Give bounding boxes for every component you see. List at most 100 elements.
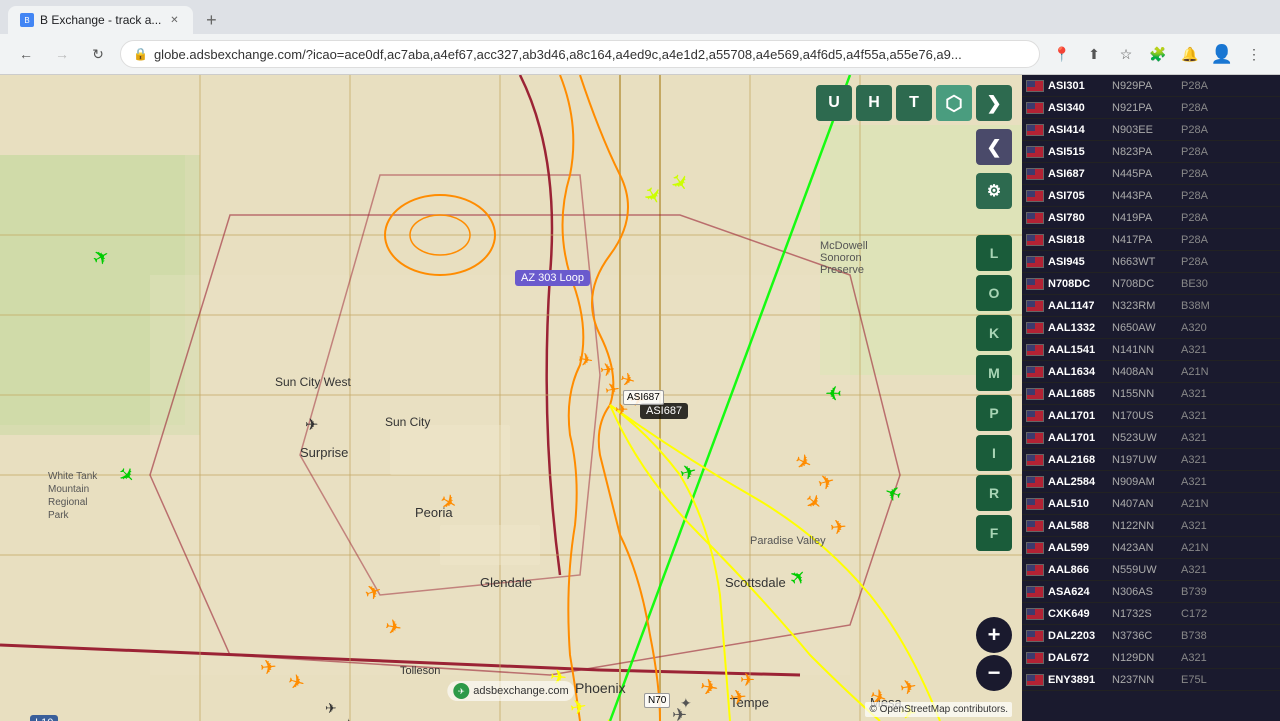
- flight-row[interactable]: AAL1147N323RMB38M: [1022, 295, 1280, 317]
- flight-row[interactable]: AAL2584N909AMA321: [1022, 471, 1280, 493]
- attribution: © OpenStreetMap contributors.: [865, 702, 1012, 717]
- forward-button[interactable]: →: [48, 40, 76, 68]
- flight-reg: N445PA: [1112, 168, 1177, 180]
- url-box[interactable]: 🔒 globe.adsbexchange.com/?icao=ace0df,ac…: [120, 40, 1040, 68]
- flight-row[interactable]: DAL2203N3736CB738: [1022, 625, 1280, 647]
- flight-flag: [1026, 454, 1044, 466]
- filter-o[interactable]: O: [976, 275, 1012, 311]
- flight-reg: N3736C: [1112, 630, 1177, 642]
- h-button[interactable]: H: [856, 85, 892, 121]
- flight-row[interactable]: AAL1634N408ANA21N: [1022, 361, 1280, 383]
- flight-reg: N921PA: [1112, 102, 1177, 114]
- flight-row[interactable]: ASI515N823PAP28A: [1022, 141, 1280, 163]
- flight-row[interactable]: AAL1541N141NNA321: [1022, 339, 1280, 361]
- flight-callsign: AAL510: [1048, 498, 1108, 510]
- flight-type: P28A: [1181, 146, 1221, 158]
- flight-reg: N443PA: [1112, 190, 1177, 202]
- aircraft-dark-3[interactable]: ✈: [325, 700, 337, 717]
- flight-row[interactable]: AAL599N423ANA21N: [1022, 537, 1280, 559]
- flight-type: A321: [1181, 454, 1221, 466]
- flight-row[interactable]: AAL1685N155NNA321: [1022, 383, 1280, 405]
- flight-reg: N909AM: [1112, 476, 1177, 488]
- aircraft-orange-5[interactable]: ✈: [259, 654, 278, 680]
- settings-row: ⚙: [816, 173, 1012, 209]
- notifications-icon[interactable]: 🔔: [1176, 40, 1204, 68]
- location-icon[interactable]: 📍: [1048, 40, 1076, 68]
- flight-type: A321: [1181, 520, 1221, 532]
- flight-row[interactable]: ASI301N929PAP28A: [1022, 75, 1280, 97]
- flight-reg: N237NN: [1112, 674, 1177, 686]
- flight-callsign: ASI414: [1048, 124, 1108, 136]
- flight-type: A321: [1181, 410, 1221, 422]
- flight-row[interactable]: ASI340N921PAP28A: [1022, 97, 1280, 119]
- map[interactable]: McDowellSonoronPreserve Sun City West Su…: [0, 75, 1022, 721]
- flight-row[interactable]: ASA624N306ASB739: [1022, 581, 1280, 603]
- profile-icon[interactable]: 👤: [1208, 40, 1236, 68]
- flight-reg: N903EE: [1112, 124, 1177, 136]
- menu-icon[interactable]: ⋮: [1240, 40, 1268, 68]
- filter-p[interactable]: P: [976, 395, 1012, 431]
- flight-row[interactable]: ASI818N417PAP28A: [1022, 229, 1280, 251]
- flight-row[interactable]: ASI780N419PAP28A: [1022, 207, 1280, 229]
- flight-row[interactable]: AAL2168N197UWA321: [1022, 449, 1280, 471]
- active-tab[interactable]: B B Exchange - track a... ✕: [8, 6, 193, 34]
- flight-type: P28A: [1181, 102, 1221, 114]
- flight-row[interactable]: DAL672N129DNA321: [1022, 647, 1280, 669]
- new-tab-button[interactable]: +: [197, 6, 225, 34]
- flight-row[interactable]: ENY3891N237NNE75L: [1022, 669, 1280, 691]
- flight-row[interactable]: ASI705N443PAP28A: [1022, 185, 1280, 207]
- flight-row[interactable]: AAL866N559UWA321: [1022, 559, 1280, 581]
- aircraft-orange-r4[interactable]: ✈: [829, 514, 848, 540]
- reload-button[interactable]: ↻: [84, 40, 112, 68]
- arrow-left-button[interactable]: ❮: [976, 129, 1012, 165]
- filter-l[interactable]: L: [976, 235, 1012, 271]
- arrow-right-button[interactable]: ❯: [976, 85, 1012, 121]
- flight-row[interactable]: N708DCN708DCBE30: [1022, 273, 1280, 295]
- flight-flag: [1026, 542, 1044, 554]
- share-icon[interactable]: ⬆: [1080, 40, 1108, 68]
- flight-row[interactable]: AAL1332N650AWA320: [1022, 317, 1280, 339]
- aircraft-dark-4[interactable]: ✦: [342, 715, 355, 721]
- flight-row[interactable]: AAL588N122NNA321: [1022, 515, 1280, 537]
- filter-i[interactable]: I: [976, 435, 1012, 471]
- flight-row[interactable]: AAL510N407ANA21N: [1022, 493, 1280, 515]
- aircraft-orange-center-2[interactable]: ✈: [599, 359, 616, 381]
- tab-close-button[interactable]: ✕: [167, 13, 181, 27]
- filter-r[interactable]: R: [976, 475, 1012, 511]
- flight-row[interactable]: ASI945N663WTP28A: [1022, 251, 1280, 273]
- adsbexchange-logo: ✈ adsbexchange.com: [447, 681, 574, 701]
- u-button[interactable]: U: [816, 85, 852, 121]
- filter-k[interactable]: K: [976, 315, 1012, 351]
- filter-f[interactable]: F: [976, 515, 1012, 551]
- aircraft-dark-1[interactable]: ✈: [305, 415, 318, 435]
- layer-button[interactable]: ⬡: [936, 85, 972, 121]
- flight-flag: [1026, 124, 1044, 136]
- flight-callsign: ASI945: [1048, 256, 1108, 268]
- aircraft-green-3[interactable]: ✈: [825, 380, 842, 405]
- t-button[interactable]: T: [896, 85, 932, 121]
- flight-row[interactable]: ASI414N903EEP28A: [1022, 119, 1280, 141]
- flight-callsign: AAL1701: [1048, 410, 1108, 422]
- flight-type: P28A: [1181, 190, 1221, 202]
- bookmark-icon[interactable]: ☆: [1112, 40, 1140, 68]
- flight-row[interactable]: CXK649N1732SC172: [1022, 603, 1280, 625]
- back-button[interactable]: ←: [12, 40, 40, 68]
- flight-callsign: ASI301: [1048, 80, 1108, 92]
- flight-row[interactable]: ASI687N445PAP28A: [1022, 163, 1280, 185]
- flight-row[interactable]: AAL1701N523UWA321: [1022, 427, 1280, 449]
- aircraft-dark-phx3[interactable]: ✦: [680, 695, 692, 712]
- flight-type: A321: [1181, 564, 1221, 576]
- flight-flag: [1026, 344, 1044, 356]
- extensions-icon[interactable]: 🧩: [1144, 40, 1172, 68]
- flight-type: A21N: [1181, 542, 1221, 554]
- flight-reg: N141NN: [1112, 344, 1177, 356]
- zoom-out-button[interactable]: −: [976, 655, 1012, 691]
- filter-m[interactable]: M: [976, 355, 1012, 391]
- aircraft-orange-phx-3[interactable]: ✈: [740, 670, 755, 691]
- flight-callsign: AAL1147: [1048, 300, 1108, 312]
- flight-type: P28A: [1181, 234, 1221, 246]
- settings-button[interactable]: ⚙: [976, 173, 1012, 209]
- zoom-in-button[interactable]: +: [976, 617, 1012, 653]
- flight-type: P28A: [1181, 256, 1221, 268]
- flight-row[interactable]: AAL1701N170USA321: [1022, 405, 1280, 427]
